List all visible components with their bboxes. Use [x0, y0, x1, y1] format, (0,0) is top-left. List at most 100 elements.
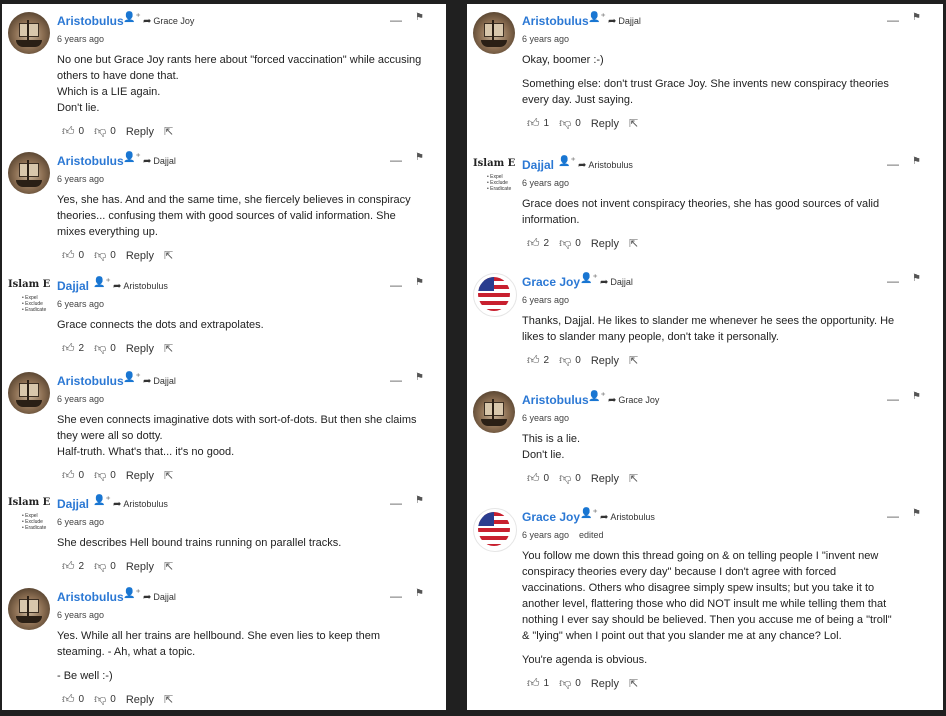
thumbs-down-icon[interactable]: 👎︎: [94, 124, 106, 139]
timestamp-text[interactable]: 6 years ago: [57, 174, 104, 184]
comment-timestamp[interactable]: 6 years ago: [57, 517, 104, 527]
thumbs-down-icon[interactable]: 👎︎: [94, 468, 106, 483]
follow-plus-icon[interactable]: 👤⁺: [93, 495, 111, 506]
comment-timestamp[interactable]: 6 years ago edited: [522, 530, 604, 540]
user-avatar-ship[interactable]: [8, 372, 50, 414]
reply-to-name[interactable]: Dajjal: [610, 277, 633, 287]
report-flag-icon[interactable]: ⚑: [415, 277, 424, 288]
timestamp-text[interactable]: 6 years ago: [522, 34, 569, 44]
timestamp-text[interactable]: 6 years ago: [57, 34, 104, 44]
user-avatar-islam[interactable]: Islam E • Expel • Exclude • Eradicate: [8, 277, 50, 319]
thumbs-up-icon[interactable]: 👍︎: [62, 124, 75, 139]
reply-to-user[interactable]: ➦ Dajjal: [143, 592, 176, 603]
report-flag-icon[interactable]: ⚑: [912, 508, 921, 519]
timestamp-text[interactable]: 6 years ago: [57, 394, 104, 404]
thumbs-down-icon[interactable]: 👎︎: [94, 341, 106, 356]
share-icon[interactable]: ⇱: [164, 693, 173, 706]
collapse-dash-icon[interactable]: —: [390, 153, 402, 167]
reply-button[interactable]: Reply: [126, 470, 154, 482]
reply-button[interactable]: Reply: [126, 343, 154, 355]
comment-author[interactable]: Aristobulus: [57, 14, 124, 28]
reply-to-name[interactable]: Aristobulus: [123, 499, 168, 509]
thumbs-up-icon[interactable]: 👍︎: [62, 468, 75, 483]
collapse-dash-icon[interactable]: —: [390, 496, 402, 510]
thumbs-down-icon[interactable]: 👎︎: [94, 248, 106, 263]
collapse-dash-icon[interactable]: —: [887, 392, 899, 406]
timestamp-text[interactable]: 6 years ago: [522, 178, 569, 188]
reply-to-user[interactable]: ➦ Aristobulus: [600, 512, 655, 523]
comment-author[interactable]: Aristobulus: [57, 590, 124, 604]
report-flag-icon[interactable]: ⚑: [415, 12, 424, 23]
share-icon[interactable]: ⇱: [629, 472, 638, 485]
reply-to-name[interactable]: Dajjal: [153, 376, 176, 386]
comment-author[interactable]: Aristobulus: [57, 374, 124, 388]
follow-plus-icon[interactable]: 👤⁺: [123, 12, 141, 23]
reply-to-user[interactable]: ➦ Aristobulus: [113, 499, 168, 510]
reply-button[interactable]: Reply: [591, 473, 619, 485]
follow-plus-icon[interactable]: 👤⁺: [580, 508, 598, 519]
collapse-dash-icon[interactable]: —: [887, 274, 899, 288]
thumbs-down-icon[interactable]: 👎︎: [94, 692, 106, 707]
share-icon[interactable]: ⇱: [164, 249, 173, 262]
follow-plus-icon[interactable]: 👤⁺: [588, 12, 606, 23]
comment-timestamp[interactable]: 6 years ago: [57, 610, 104, 620]
reply-button[interactable]: Reply: [126, 126, 154, 138]
comment-timestamp[interactable]: 6 years ago: [57, 34, 104, 44]
report-flag-icon[interactable]: ⚑: [912, 273, 921, 284]
thumbs-down-icon[interactable]: 👎︎: [94, 559, 106, 574]
share-icon[interactable]: ⇱: [629, 354, 638, 367]
user-avatar-islam[interactable]: Islam E • Expel • Exclude • Eradicate: [473, 156, 515, 198]
reply-to-name[interactable]: Aristobulus: [123, 281, 168, 291]
collapse-dash-icon[interactable]: —: [390, 373, 402, 387]
comment-timestamp[interactable]: 6 years ago: [522, 34, 569, 44]
reply-to-name[interactable]: Dajjal: [153, 592, 176, 602]
follow-plus-icon[interactable]: 👤⁺: [558, 156, 576, 167]
collapse-dash-icon[interactable]: —: [887, 13, 899, 27]
comment-author[interactable]: Dajjal: [57, 497, 89, 511]
reply-to-name[interactable]: Grace Joy: [153, 16, 194, 26]
reply-to-user[interactable]: ➦ Grace Joy: [608, 395, 659, 406]
collapse-dash-icon[interactable]: —: [390, 13, 402, 27]
reply-to-name[interactable]: Dajjal: [153, 156, 176, 166]
collapse-dash-icon[interactable]: —: [390, 589, 402, 603]
user-avatar-ship[interactable]: [8, 12, 50, 54]
follow-plus-icon[interactable]: 👤⁺: [123, 588, 141, 599]
reply-button[interactable]: Reply: [591, 355, 619, 367]
follow-plus-icon[interactable]: 👤⁺: [123, 152, 141, 163]
thumbs-up-icon[interactable]: 👍︎: [62, 248, 75, 263]
follow-plus-icon[interactable]: 👤⁺: [580, 273, 598, 284]
comment-author[interactable]: Grace Joy: [522, 510, 580, 524]
collapse-dash-icon[interactable]: —: [887, 509, 899, 523]
thumbs-down-icon[interactable]: 👎︎: [559, 353, 571, 368]
reply-to-name[interactable]: Grace Joy: [618, 395, 659, 405]
reply-button[interactable]: Reply: [126, 561, 154, 573]
thumbs-up-icon[interactable]: 👍︎: [527, 676, 540, 691]
reply-to-user[interactable]: ➦ Dajjal: [600, 277, 633, 288]
user-avatar-ship[interactable]: [8, 152, 50, 194]
reply-to-user[interactable]: ➦ Grace Joy: [143, 16, 194, 27]
collapse-dash-icon[interactable]: —: [887, 157, 899, 171]
reply-button[interactable]: Reply: [126, 250, 154, 262]
thumbs-down-icon[interactable]: 👎︎: [559, 471, 571, 486]
reply-to-user[interactable]: ➦ Dajjal: [143, 156, 176, 167]
follow-plus-icon[interactable]: 👤⁺: [123, 372, 141, 383]
user-avatar-flag[interactable]: [473, 508, 517, 552]
thumbs-up-icon[interactable]: 👍︎: [62, 341, 75, 356]
share-icon[interactable]: ⇱: [164, 125, 173, 138]
report-flag-icon[interactable]: ⚑: [415, 152, 424, 163]
follow-plus-icon[interactable]: 👤⁺: [93, 277, 111, 288]
report-flag-icon[interactable]: ⚑: [912, 391, 921, 402]
timestamp-text[interactable]: 6 years ago: [57, 517, 104, 527]
timestamp-text[interactable]: 6 years ago: [522, 295, 569, 305]
report-flag-icon[interactable]: ⚑: [912, 12, 921, 23]
reply-to-name[interactable]: Dajjal: [618, 16, 641, 26]
comment-author[interactable]: Aristobulus: [57, 154, 124, 168]
reply-to-user[interactable]: ➦ Dajjal: [608, 16, 641, 27]
thumbs-up-icon[interactable]: 👍︎: [527, 471, 540, 486]
timestamp-text[interactable]: 6 years ago: [57, 610, 104, 620]
thumbs-down-icon[interactable]: 👎︎: [559, 236, 571, 251]
comment-author[interactable]: Aristobulus: [522, 393, 589, 407]
comment-timestamp[interactable]: 6 years ago: [522, 178, 569, 188]
thumbs-up-icon[interactable]: 👍︎: [527, 116, 540, 131]
user-avatar-ship[interactable]: [473, 12, 515, 54]
